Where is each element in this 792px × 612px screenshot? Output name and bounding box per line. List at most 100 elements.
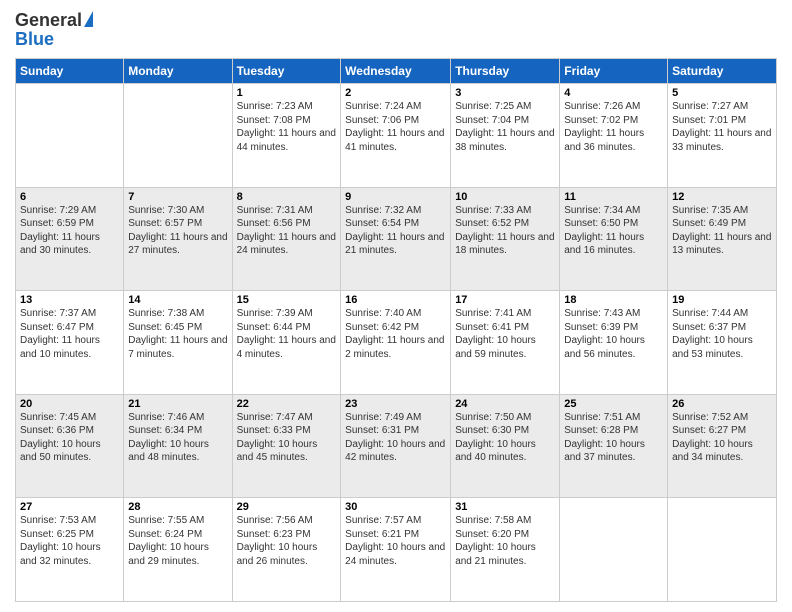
calendar-cell: 29Sunrise: 7:56 AM Sunset: 6:23 PM Dayli… xyxy=(232,498,341,602)
day-number: 4 xyxy=(564,87,663,99)
calendar-cell: 23Sunrise: 7:49 AM Sunset: 6:31 PM Dayli… xyxy=(341,394,451,498)
column-header-sunday: Sunday xyxy=(16,59,124,84)
day-info: Sunrise: 7:38 AM Sunset: 6:45 PM Dayligh… xyxy=(128,307,227,361)
day-number: 17 xyxy=(455,294,555,306)
calendar-cell xyxy=(16,84,124,188)
day-info: Sunrise: 7:41 AM Sunset: 6:41 PM Dayligh… xyxy=(455,307,555,361)
calendar-cell: 5Sunrise: 7:27 AM Sunset: 7:01 PM Daylig… xyxy=(668,84,777,188)
calendar-cell: 10Sunrise: 7:33 AM Sunset: 6:52 PM Dayli… xyxy=(451,187,560,291)
day-number: 5 xyxy=(672,87,772,99)
calendar-cell: 11Sunrise: 7:34 AM Sunset: 6:50 PM Dayli… xyxy=(560,187,668,291)
day-info: Sunrise: 7:53 AM Sunset: 6:25 PM Dayligh… xyxy=(20,514,119,568)
column-header-monday: Monday xyxy=(124,59,232,84)
calendar-cell xyxy=(668,498,777,602)
calendar-cell: 13Sunrise: 7:37 AM Sunset: 6:47 PM Dayli… xyxy=(16,291,124,395)
day-number: 22 xyxy=(237,398,337,410)
calendar-cell: 9Sunrise: 7:32 AM Sunset: 6:54 PM Daylig… xyxy=(341,187,451,291)
calendar-week-row: 13Sunrise: 7:37 AM Sunset: 6:47 PM Dayli… xyxy=(16,291,777,395)
day-number: 14 xyxy=(128,294,227,306)
logo-general: General xyxy=(15,10,82,31)
day-info: Sunrise: 7:37 AM Sunset: 6:47 PM Dayligh… xyxy=(20,307,119,361)
day-number: 9 xyxy=(345,191,446,203)
calendar-cell: 27Sunrise: 7:53 AM Sunset: 6:25 PM Dayli… xyxy=(16,498,124,602)
calendar-cell: 15Sunrise: 7:39 AM Sunset: 6:44 PM Dayli… xyxy=(232,291,341,395)
calendar-cell: 8Sunrise: 7:31 AM Sunset: 6:56 PM Daylig… xyxy=(232,187,341,291)
calendar-cell: 12Sunrise: 7:35 AM Sunset: 6:49 PM Dayli… xyxy=(668,187,777,291)
calendar-cell: 14Sunrise: 7:38 AM Sunset: 6:45 PM Dayli… xyxy=(124,291,232,395)
calendar-cell: 19Sunrise: 7:44 AM Sunset: 6:37 PM Dayli… xyxy=(668,291,777,395)
day-number: 7 xyxy=(128,191,227,203)
day-info: Sunrise: 7:44 AM Sunset: 6:37 PM Dayligh… xyxy=(672,307,772,361)
day-info: Sunrise: 7:29 AM Sunset: 6:59 PM Dayligh… xyxy=(20,204,119,258)
calendar-cell: 28Sunrise: 7:55 AM Sunset: 6:24 PM Dayli… xyxy=(124,498,232,602)
column-header-friday: Friday xyxy=(560,59,668,84)
day-info: Sunrise: 7:58 AM Sunset: 6:20 PM Dayligh… xyxy=(455,514,555,568)
calendar-cell: 17Sunrise: 7:41 AM Sunset: 6:41 PM Dayli… xyxy=(451,291,560,395)
day-number: 2 xyxy=(345,87,446,99)
calendar-cell: 24Sunrise: 7:50 AM Sunset: 6:30 PM Dayli… xyxy=(451,394,560,498)
day-info: Sunrise: 7:43 AM Sunset: 6:39 PM Dayligh… xyxy=(564,307,663,361)
day-number: 24 xyxy=(455,398,555,410)
day-number: 16 xyxy=(345,294,446,306)
header: General Blue xyxy=(15,10,777,50)
calendar-page: General Blue SundayMondayTuesdayWednesda… xyxy=(0,0,792,612)
calendar-header-row: SundayMondayTuesdayWednesdayThursdayFrid… xyxy=(16,59,777,84)
day-info: Sunrise: 7:51 AM Sunset: 6:28 PM Dayligh… xyxy=(564,411,663,465)
day-number: 13 xyxy=(20,294,119,306)
calendar-cell xyxy=(560,498,668,602)
day-number: 18 xyxy=(564,294,663,306)
day-info: Sunrise: 7:49 AM Sunset: 6:31 PM Dayligh… xyxy=(345,411,446,465)
day-info: Sunrise: 7:57 AM Sunset: 6:21 PM Dayligh… xyxy=(345,514,446,568)
day-number: 20 xyxy=(20,398,119,410)
day-number: 10 xyxy=(455,191,555,203)
day-info: Sunrise: 7:30 AM Sunset: 6:57 PM Dayligh… xyxy=(128,204,227,258)
day-info: Sunrise: 7:24 AM Sunset: 7:06 PM Dayligh… xyxy=(345,100,446,154)
day-info: Sunrise: 7:46 AM Sunset: 6:34 PM Dayligh… xyxy=(128,411,227,465)
day-info: Sunrise: 7:26 AM Sunset: 7:02 PM Dayligh… xyxy=(564,100,663,154)
day-info: Sunrise: 7:39 AM Sunset: 6:44 PM Dayligh… xyxy=(237,307,337,361)
day-number: 19 xyxy=(672,294,772,306)
day-info: Sunrise: 7:35 AM Sunset: 6:49 PM Dayligh… xyxy=(672,204,772,258)
day-info: Sunrise: 7:27 AM Sunset: 7:01 PM Dayligh… xyxy=(672,100,772,154)
day-info: Sunrise: 7:52 AM Sunset: 6:27 PM Dayligh… xyxy=(672,411,772,465)
day-info: Sunrise: 7:25 AM Sunset: 7:04 PM Dayligh… xyxy=(455,100,555,154)
day-number: 29 xyxy=(237,501,337,513)
calendar-cell: 16Sunrise: 7:40 AM Sunset: 6:42 PM Dayli… xyxy=(341,291,451,395)
day-info: Sunrise: 7:50 AM Sunset: 6:30 PM Dayligh… xyxy=(455,411,555,465)
day-info: Sunrise: 7:31 AM Sunset: 6:56 PM Dayligh… xyxy=(237,204,337,258)
day-info: Sunrise: 7:56 AM Sunset: 6:23 PM Dayligh… xyxy=(237,514,337,568)
calendar-week-row: 6Sunrise: 7:29 AM Sunset: 6:59 PM Daylig… xyxy=(16,187,777,291)
day-number: 8 xyxy=(237,191,337,203)
calendar-cell: 2Sunrise: 7:24 AM Sunset: 7:06 PM Daylig… xyxy=(341,84,451,188)
day-info: Sunrise: 7:23 AM Sunset: 7:08 PM Dayligh… xyxy=(237,100,337,154)
day-info: Sunrise: 7:33 AM Sunset: 6:52 PM Dayligh… xyxy=(455,204,555,258)
calendar-week-row: 27Sunrise: 7:53 AM Sunset: 6:25 PM Dayli… xyxy=(16,498,777,602)
calendar-cell: 1Sunrise: 7:23 AM Sunset: 7:08 PM Daylig… xyxy=(232,84,341,188)
day-info: Sunrise: 7:34 AM Sunset: 6:50 PM Dayligh… xyxy=(564,204,663,258)
logo: General Blue xyxy=(15,10,93,50)
calendar-cell: 31Sunrise: 7:58 AM Sunset: 6:20 PM Dayli… xyxy=(451,498,560,602)
calendar-week-row: 1Sunrise: 7:23 AM Sunset: 7:08 PM Daylig… xyxy=(16,84,777,188)
day-info: Sunrise: 7:45 AM Sunset: 6:36 PM Dayligh… xyxy=(20,411,119,465)
calendar-cell: 6Sunrise: 7:29 AM Sunset: 6:59 PM Daylig… xyxy=(16,187,124,291)
day-number: 3 xyxy=(455,87,555,99)
day-number: 31 xyxy=(455,501,555,513)
day-number: 27 xyxy=(20,501,119,513)
calendar-cell: 20Sunrise: 7:45 AM Sunset: 6:36 PM Dayli… xyxy=(16,394,124,498)
column-header-thursday: Thursday xyxy=(451,59,560,84)
day-number: 1 xyxy=(237,87,337,99)
day-info: Sunrise: 7:47 AM Sunset: 6:33 PM Dayligh… xyxy=(237,411,337,465)
calendar-cell: 3Sunrise: 7:25 AM Sunset: 7:04 PM Daylig… xyxy=(451,84,560,188)
calendar-cell: 25Sunrise: 7:51 AM Sunset: 6:28 PM Dayli… xyxy=(560,394,668,498)
day-number: 6 xyxy=(20,191,119,203)
calendar-week-row: 20Sunrise: 7:45 AM Sunset: 6:36 PM Dayli… xyxy=(16,394,777,498)
day-number: 28 xyxy=(128,501,227,513)
calendar-cell: 18Sunrise: 7:43 AM Sunset: 6:39 PM Dayli… xyxy=(560,291,668,395)
calendar-cell xyxy=(124,84,232,188)
calendar-cell: 30Sunrise: 7:57 AM Sunset: 6:21 PM Dayli… xyxy=(341,498,451,602)
day-number: 12 xyxy=(672,191,772,203)
calendar-cell: 21Sunrise: 7:46 AM Sunset: 6:34 PM Dayli… xyxy=(124,394,232,498)
day-info: Sunrise: 7:40 AM Sunset: 6:42 PM Dayligh… xyxy=(345,307,446,361)
day-info: Sunrise: 7:55 AM Sunset: 6:24 PM Dayligh… xyxy=(128,514,227,568)
logo-triangle-icon xyxy=(84,11,93,27)
